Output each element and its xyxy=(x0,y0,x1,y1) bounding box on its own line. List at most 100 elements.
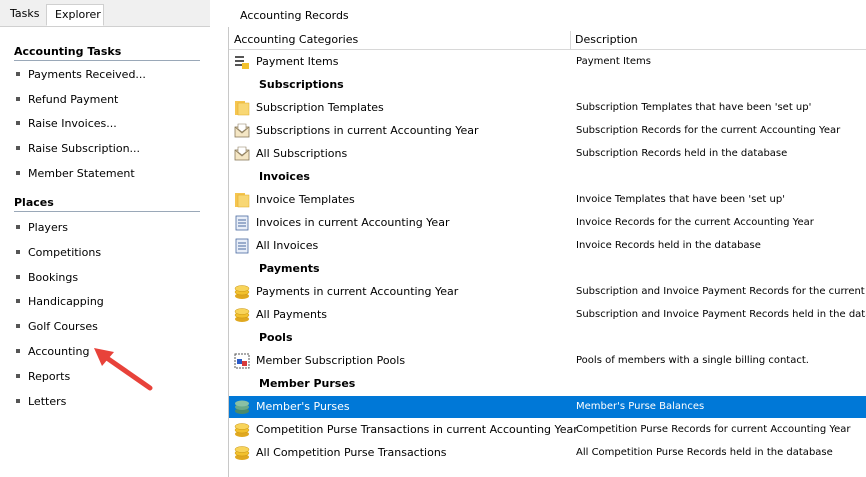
row-description: Invoice Records for the current Accounti… xyxy=(576,217,814,228)
group-header-member-purses[interactable]: Member Purses xyxy=(229,373,866,395)
record-row-payments-in-current-accounting-year[interactable]: Payments in current Accounting Year Subsc… xyxy=(229,281,866,303)
document-icon xyxy=(234,238,250,254)
coins-icon xyxy=(234,422,250,438)
row-name: Payments xyxy=(259,262,320,275)
row-name: All Subscriptions xyxy=(256,147,348,160)
task-item-label: Member Statement xyxy=(28,166,135,180)
left-tab-strip: Tasks Explorer xyxy=(0,0,210,27)
column-header: Accounting Categories Description xyxy=(229,31,866,50)
task-item-label: Refund Payment xyxy=(28,92,119,106)
column-accounting-categories[interactable]: Accounting Categories xyxy=(234,33,358,46)
record-row-payment-items[interactable]: Payment Items Payment Items xyxy=(229,51,866,73)
row-name: All Competition Purse Transactions xyxy=(256,446,447,459)
bullet-icon xyxy=(16,274,20,279)
place-item-label: Handicapping xyxy=(28,295,104,309)
group-header-pools[interactable]: Pools xyxy=(229,327,866,349)
bullet-icon xyxy=(16,146,20,151)
panel-divider xyxy=(210,0,228,477)
task-item-payments-received[interactable]: Payments Received... xyxy=(16,68,146,81)
section-accounting-tasks: Accounting Tasks xyxy=(14,45,200,61)
record-row-all-payments[interactable]: All Payments Subscription and Invoice Pay… xyxy=(229,304,866,326)
place-item-golf-courses[interactable]: Golf Courses xyxy=(16,320,98,333)
place-item-handicapping[interactable]: Handicapping xyxy=(16,295,104,308)
record-row-all-subscriptions[interactable]: All Subscriptions Subscription Records he… xyxy=(229,143,866,165)
task-item-member-statement[interactable]: Member Statement xyxy=(16,167,135,180)
place-item-label: Bookings xyxy=(28,270,79,284)
row-name: All Invoices xyxy=(256,239,319,252)
place-item-accounting[interactable]: Accounting xyxy=(16,345,89,358)
place-item-reports[interactable]: Reports xyxy=(16,370,70,383)
column-description[interactable]: Description xyxy=(575,33,638,46)
envelope-icon xyxy=(234,146,250,162)
place-item-players[interactable]: Players xyxy=(16,221,68,234)
task-item-label: Payments Received... xyxy=(28,68,146,81)
place-item-label: Players xyxy=(28,221,68,234)
group-header-invoices[interactable]: Invoices xyxy=(229,166,866,188)
tab-tasks[interactable]: Tasks xyxy=(2,4,44,26)
bullet-icon xyxy=(16,72,20,76)
tab-explorer[interactable]: Explorer xyxy=(46,4,104,26)
folder-icon xyxy=(234,192,250,208)
record-row-subscription-templates[interactable]: Subscription Templates Subscription Templ… xyxy=(229,97,866,119)
list-icon xyxy=(234,54,250,70)
coins-icon xyxy=(234,445,250,461)
row-description: Competition Purse Records for current Ac… xyxy=(576,424,851,435)
task-item-raise-subscription[interactable]: Raise Subscription... xyxy=(16,142,140,155)
group-header-subscriptions[interactable]: Subscriptions xyxy=(229,74,866,96)
bullet-icon xyxy=(16,324,20,329)
task-item-refund-payment[interactable]: Refund Payment xyxy=(16,93,118,106)
record-row-all-competition-purse-transactions[interactable]: All Competition Purse Transactions All Co… xyxy=(229,442,866,464)
row-description: Subscription Templates that have been 's… xyxy=(576,102,812,113)
task-panel: Accounting Tasks Payments Received... Ref… xyxy=(0,27,210,477)
coins-icon xyxy=(234,307,250,323)
row-description: Subscription Records held in the databas… xyxy=(576,148,788,159)
row-name: Pools xyxy=(259,331,293,344)
row-name: Invoice Templates xyxy=(256,193,355,206)
row-name: Subscriptions in current Accounting Year xyxy=(256,124,479,137)
row-description: Subscription Records for the current Acc… xyxy=(576,125,841,136)
row-name: Member's Purses xyxy=(256,400,350,413)
purse-icon xyxy=(234,399,250,415)
row-name: All Payments xyxy=(256,308,328,321)
place-item-label: Golf Courses xyxy=(28,320,98,334)
row-name: Invoices in current Accounting Year xyxy=(256,216,450,229)
group-header-payments[interactable]: Payments xyxy=(229,258,866,280)
row-name: Member Subscription Pools xyxy=(256,354,406,367)
row-name: Payment Items xyxy=(256,55,339,68)
row-description: Invoice Templates that have been 'set up… xyxy=(576,194,785,205)
bullet-icon xyxy=(16,299,20,304)
place-item-competitions[interactable]: Competitions xyxy=(16,246,101,259)
record-row-member-subscription-pools[interactable]: Member Subscription Pools Pools of member… xyxy=(229,350,866,372)
bullet-icon xyxy=(16,349,20,353)
row-name: Subscription Templates xyxy=(256,101,384,114)
record-row-competition-purse-transactions-in-current-accounting-year[interactable]: Competition Purse Transactions in curren… xyxy=(229,419,866,441)
coins-icon xyxy=(234,284,250,300)
place-item-label: Accounting xyxy=(28,345,90,358)
red-arrow-annotation xyxy=(94,348,153,391)
row-name: Member Purses xyxy=(259,377,356,390)
task-item-label: Raise Subscription... xyxy=(28,142,141,156)
row-name: Subscriptions xyxy=(259,78,344,91)
record-row-invoice-templates[interactable]: Invoice Templates Invoice Templates that … xyxy=(229,189,866,211)
folder-icon xyxy=(234,100,250,116)
place-item-letters[interactable]: Letters xyxy=(16,395,66,408)
record-row-member-s-purses[interactable]: Member's Purses Member's Purse Balances xyxy=(229,396,866,418)
column-separator[interactable] xyxy=(570,31,571,49)
row-description: Subscription and Invoice Payment Records… xyxy=(576,309,866,320)
bullet-icon xyxy=(16,225,20,229)
record-row-subscriptions-in-current-accounting-year[interactable]: Subscriptions in current Accounting Year… xyxy=(229,120,866,142)
record-row-all-invoices[interactable]: All Invoices Invoice Records held in the … xyxy=(229,235,866,257)
task-item-label: Raise Invoices... xyxy=(28,117,117,131)
place-item-label: Letters xyxy=(28,394,67,408)
place-item-bookings[interactable]: Bookings xyxy=(16,271,78,284)
bullet-icon xyxy=(16,170,20,175)
task-item-raise-invoices[interactable]: Raise Invoices... xyxy=(16,117,117,130)
pool-icon xyxy=(234,353,250,369)
row-description: All Competition Purse Records held in th… xyxy=(576,447,833,458)
record-row-invoices-in-current-accounting-year[interactable]: Invoices in current Accounting Year Invoi… xyxy=(229,212,866,234)
row-description: Payment Items xyxy=(576,56,651,67)
row-description: Member's Purse Balances xyxy=(576,401,705,412)
row-name: Invoices xyxy=(259,170,310,183)
row-description: Pools of members with a single billing c… xyxy=(576,355,809,366)
row-description: Invoice Records held in the database xyxy=(576,240,761,251)
